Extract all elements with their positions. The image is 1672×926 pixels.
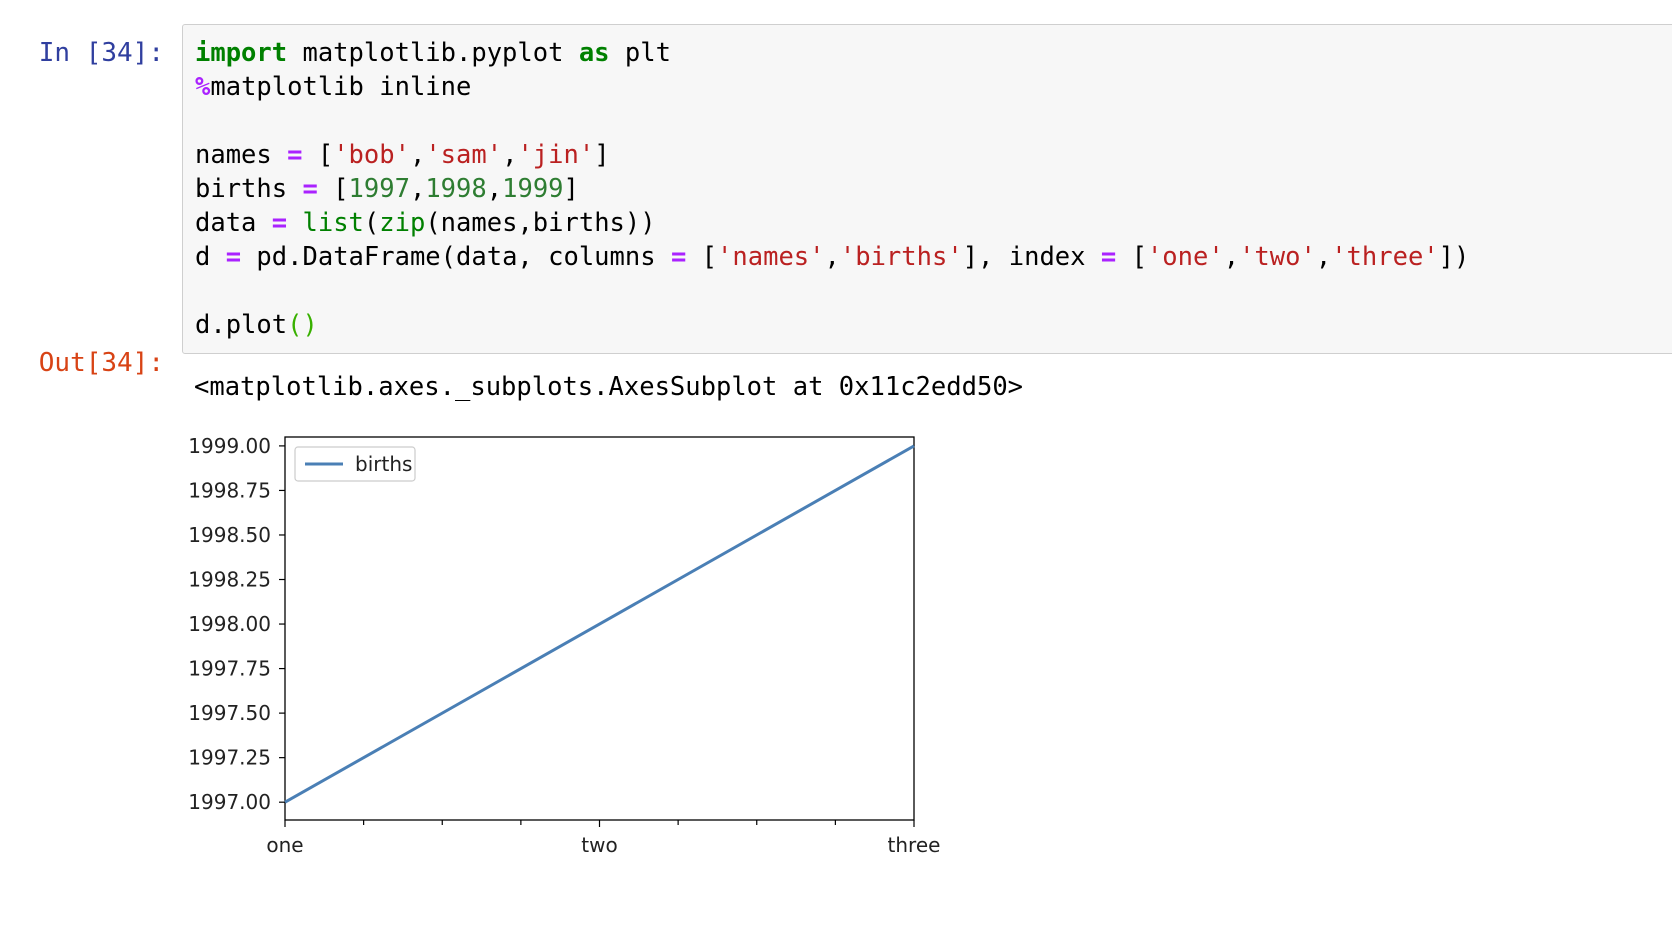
code-token: , <box>486 174 503 204</box>
code-token: 'sam' <box>425 140 503 170</box>
code-token: matplotlib inline <box>210 72 472 102</box>
axes-frame <box>284 436 915 821</box>
code-token: 'jin' <box>517 140 595 170</box>
code-token: = <box>287 140 303 170</box>
y-tick-label: 1998.00 <box>190 612 271 636</box>
code-token: list <box>302 208 364 238</box>
code-token: , <box>502 140 518 170</box>
x-tick-label: three <box>888 833 941 857</box>
code-token: 'three' <box>1331 242 1439 272</box>
code-token: () <box>287 310 318 340</box>
code-line: %matplotlib inline <box>195 70 1469 104</box>
code-token: 1998 <box>425 174 487 204</box>
code-token: d <box>195 242 226 272</box>
y-tick-label: 1997.50 <box>190 701 271 725</box>
code-token: data <box>195 208 272 238</box>
legend-label: births <box>355 452 412 476</box>
code-token: ] <box>594 140 610 170</box>
code-token: , <box>1223 242 1240 272</box>
code-token: = <box>1100 242 1117 272</box>
code-token: [ <box>302 140 334 170</box>
line-chart: 1997.00 1997.25 1997.50 1997.75 1998.00 1998.… <box>190 434 941 857</box>
code-token: ( <box>363 208 380 238</box>
code-token: , <box>824 242 840 272</box>
y-tick-label: 1997.25 <box>190 746 271 770</box>
y-tick-label: 1998.25 <box>190 568 271 592</box>
code-token: 1999 <box>502 174 564 204</box>
code-line: d.plot() <box>195 308 1469 342</box>
code-token: , <box>409 140 426 170</box>
y-tick-label: 1997.00 <box>190 790 271 814</box>
code-token: as <box>578 38 610 68</box>
code-token: matplotlib.pyplot <box>287 38 579 68</box>
code-token: [ <box>1116 242 1147 272</box>
code-token: d.plot <box>195 310 288 340</box>
y-tick-label: 1998.50 <box>190 523 271 547</box>
code-token: [ <box>317 174 349 204</box>
code-token: , <box>1315 242 1332 272</box>
code-token: ]) <box>1438 242 1470 272</box>
output-prompt: Out[34]: <box>38 348 164 378</box>
code-token: import <box>195 38 288 68</box>
code-token: 'two' <box>1239 242 1316 272</box>
code-token: ] <box>563 174 579 204</box>
code-token: 1997 <box>348 174 410 204</box>
code-line: names = ['bob','sam','jin'] <box>195 138 1469 172</box>
y-tick-label: 1997.75 <box>190 657 271 681</box>
code-token: births <box>195 174 303 204</box>
code-token: = <box>302 174 318 204</box>
code-line: data = list(zip(names,births)) <box>195 206 1469 240</box>
code-editor[interactable]: import matplotlib.pyplot as plt %matplotl… <box>195 36 1469 342</box>
code-token: = <box>271 208 288 238</box>
code-token: 'births' <box>839 242 963 272</box>
code-line: import matplotlib.pyplot as plt <box>195 36 1469 70</box>
code-token: [ <box>686 242 718 272</box>
code-token: zip <box>379 208 426 238</box>
series-line <box>284 444 915 804</box>
x-tick-label: two <box>581 833 617 857</box>
x-tick-label: one <box>266 833 303 857</box>
code-token: % <box>195 72 211 102</box>
code-token: , <box>409 174 426 204</box>
code-token: (names,births)) <box>425 208 656 238</box>
output-text: <matplotlib.axes._subplots.AxesSubplot a… <box>194 372 1024 402</box>
input-prompt: In [34]: <box>38 38 164 68</box>
code-line: births = [1997,1998,1999] <box>195 172 1469 206</box>
code-token: names <box>195 140 288 170</box>
code-token: plt <box>609 38 671 68</box>
code-token: pd.DataFrame(data, columns <box>241 242 671 272</box>
code-token: 'bob' <box>333 140 410 170</box>
code-token: = <box>225 242 242 272</box>
code-token: ], index <box>962 242 1101 272</box>
code-line: d = pd.DataFrame(data, columns = ['names… <box>195 240 1469 274</box>
code-token: 'one' <box>1146 242 1224 272</box>
code-token: 'names' <box>717 242 825 272</box>
code-token: = <box>670 242 687 272</box>
y-tick-label: 1999.00 <box>190 434 271 458</box>
y-tick-label: 1998.75 <box>190 478 271 502</box>
